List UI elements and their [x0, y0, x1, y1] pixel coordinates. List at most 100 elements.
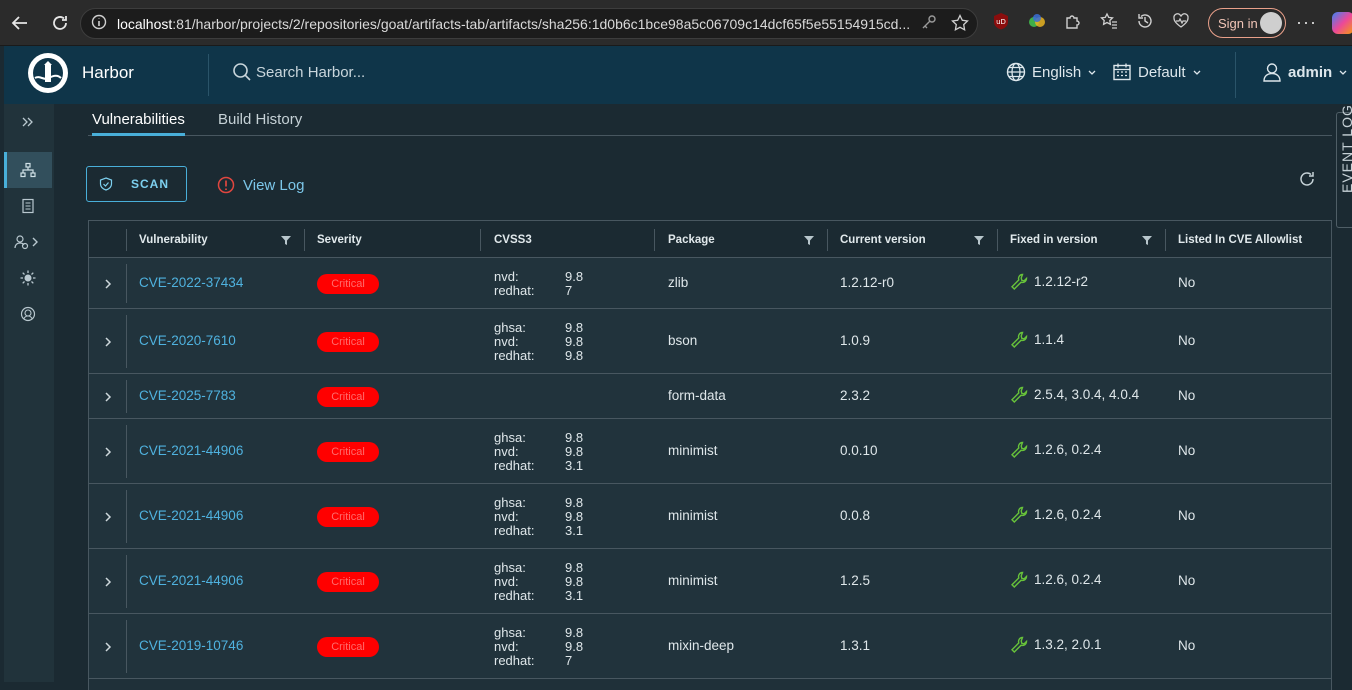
history-icon[interactable] [1134, 10, 1156, 32]
tab-build-history[interactable]: Build History [218, 111, 302, 136]
view-log-link[interactable]: View Log [217, 176, 304, 194]
scan-button[interactable]: SCAN [86, 166, 187, 202]
cve-link[interactable]: CVE-2019-10746 [139, 638, 243, 653]
cvss-source: nvd: [494, 333, 519, 349]
column-current-version[interactable]: Current version [840, 221, 926, 258]
harbor-logo-icon[interactable] [28, 53, 68, 93]
health-icon[interactable] [1170, 10, 1192, 32]
cvss-score: 9.8 [565, 319, 584, 335]
current-version: 1.0.9 [840, 332, 871, 348]
filter-icon[interactable] [1142, 236, 1152, 245]
address-bar[interactable]: localhost:81/harbor/projects/2/repositor… [80, 8, 978, 39]
reload-icon[interactable] [44, 7, 76, 39]
refresh-icon[interactable] [1298, 170, 1316, 193]
expand-row-icon[interactable] [89, 258, 126, 309]
table-row: CVE-2021-44906 Critical ghsa: 9.8 nvd: 9.8 red… [89, 419, 1331, 484]
grid-header: Vulnerability Severity CVSS3 Package Cur… [89, 221, 1331, 258]
allowlist-status: No [1178, 507, 1196, 523]
cve-link[interactable]: CVE-2025-7783 [139, 388, 236, 403]
theme-dropdown[interactable]: Default [1112, 62, 1202, 82]
language-label: English [1032, 63, 1082, 81]
column-package[interactable]: Package [668, 221, 715, 258]
cve-link[interactable]: CVE-2020-7610 [139, 333, 236, 348]
cve-link[interactable]: CVE-2021-44906 [139, 508, 243, 523]
extensions-puzzle-icon[interactable] [1062, 10, 1084, 32]
table-row: CVE-2020-7610 Critical ghsa: 9.8 nvd: 9.8 redh… [89, 309, 1331, 374]
main-content: Vulnerabilities Build History SCAN View … [54, 104, 1352, 690]
cvss-score: 9.8 [565, 494, 584, 510]
cve-link[interactable]: CVE-2021-44906 [139, 573, 243, 588]
browser-toolbar: localhost:81/harbor/projects/2/repositor… [0, 0, 1352, 46]
expand-row-icon[interactable] [89, 549, 126, 614]
column-vulnerability[interactable]: Vulnerability [139, 221, 208, 258]
fixed-version: 1.3.2, 2.0.1 [1010, 636, 1102, 654]
color-extension-icon[interactable] [1026, 10, 1048, 32]
package-name: form-data [668, 387, 726, 403]
column-fixed-version[interactable]: Fixed in version [1010, 221, 1098, 258]
collapse-nav-icon[interactable] [4, 104, 52, 140]
current-version: 2.3.2 [840, 387, 871, 403]
favorites-icon[interactable] [1098, 10, 1120, 32]
column-allowlist[interactable]: Listed In CVE Allowlist [1178, 221, 1302, 258]
cvss-score: 7 [565, 282, 573, 298]
allowlist-status: No [1178, 637, 1196, 653]
user-menu[interactable]: admin [1262, 62, 1348, 82]
package-name: bson [668, 332, 698, 348]
filter-icon[interactable] [974, 236, 984, 245]
logs-nav-icon[interactable] [4, 188, 52, 224]
filter-icon[interactable] [804, 236, 814, 245]
light-theme-icon[interactable] [4, 260, 52, 296]
current-version: 0.0.10 [840, 442, 878, 458]
expand-row-icon[interactable] [89, 419, 126, 484]
cvss-source: nvd: [494, 638, 519, 654]
table-row: CVE-2019-10746 Critical ghsa: 9.8 nvd: 9.8 red… [89, 614, 1331, 679]
url-text: localhost:81/harbor/projects/2/repositor… [117, 15, 911, 32]
cvss-source: ghsa: [494, 624, 526, 640]
side-nav [4, 104, 54, 682]
copilot-icon[interactable] [1332, 12, 1352, 34]
fixed-version: 1.2.6, 0.2.4 [1010, 441, 1102, 459]
severity-badge: Critical [317, 571, 379, 592]
administration-nav-icon[interactable] [4, 224, 52, 260]
language-dropdown[interactable]: English [1006, 62, 1097, 82]
expand-row-icon[interactable] [89, 309, 126, 374]
more-menu-icon[interactable]: ··· [1296, 12, 1317, 33]
tab-vulnerabilities[interactable]: Vulnerabilities [92, 111, 185, 136]
filter-icon[interactable] [281, 236, 291, 245]
column-severity[interactable]: Severity [317, 221, 362, 258]
cvss-score: 9.8 [565, 638, 584, 654]
cvss-source: ghsa: [494, 494, 526, 510]
ublock-icon[interactable]: uD [990, 10, 1012, 32]
vulnerability-grid: Vulnerability Severity CVSS3 Package Cur… [88, 220, 1332, 690]
cvss-source: nvd: [494, 508, 519, 524]
event-log-tab[interactable]: EVENT LOG [1336, 104, 1352, 228]
brand-name[interactable]: Harbor [82, 63, 134, 83]
cvss-score: 9.8 [565, 333, 584, 349]
table-row: CVE-2025-7783 Critical form-data 2.3.2 2.5.4… [89, 374, 1331, 419]
globe-icon [1006, 62, 1026, 82]
global-search[interactable]: Search Harbor... [232, 62, 365, 82]
expand-row-icon[interactable] [89, 484, 126, 549]
api-explorer-icon[interactable] [4, 296, 52, 332]
key-icon[interactable] [921, 14, 937, 35]
cvss-scores: ghsa: 9.8 nvd: 9.8 redhat: 9.8 [494, 319, 584, 363]
package-name: minimist [668, 572, 718, 588]
cvss-score: 3.1 [565, 587, 584, 603]
column-cvss3[interactable]: CVSS3 [494, 221, 532, 258]
cvss-source: nvd: [494, 443, 519, 459]
sign-in-button[interactable]: Sign in [1208, 8, 1286, 38]
table-row: CVE-2021-44906 Critical ghsa: 9.8 nvd: 9.8 red… [89, 549, 1331, 614]
expand-row-icon[interactable] [89, 614, 126, 679]
site-info-icon[interactable] [91, 14, 107, 33]
allowlist-status: No [1178, 332, 1196, 348]
severity-badge: Critical [317, 441, 379, 462]
expand-row-icon[interactable] [89, 374, 126, 419]
wrench-icon [1011, 331, 1028, 348]
cve-link[interactable]: CVE-2021-44906 [139, 443, 243, 458]
cvss-source: redhat: [494, 652, 535, 668]
favorite-star-icon[interactable] [951, 13, 969, 35]
calendar-icon [1113, 63, 1131, 81]
projects-nav-icon[interactable] [4, 152, 52, 188]
back-icon[interactable] [4, 7, 36, 39]
cve-link[interactable]: CVE-2022-37434 [139, 275, 243, 290]
